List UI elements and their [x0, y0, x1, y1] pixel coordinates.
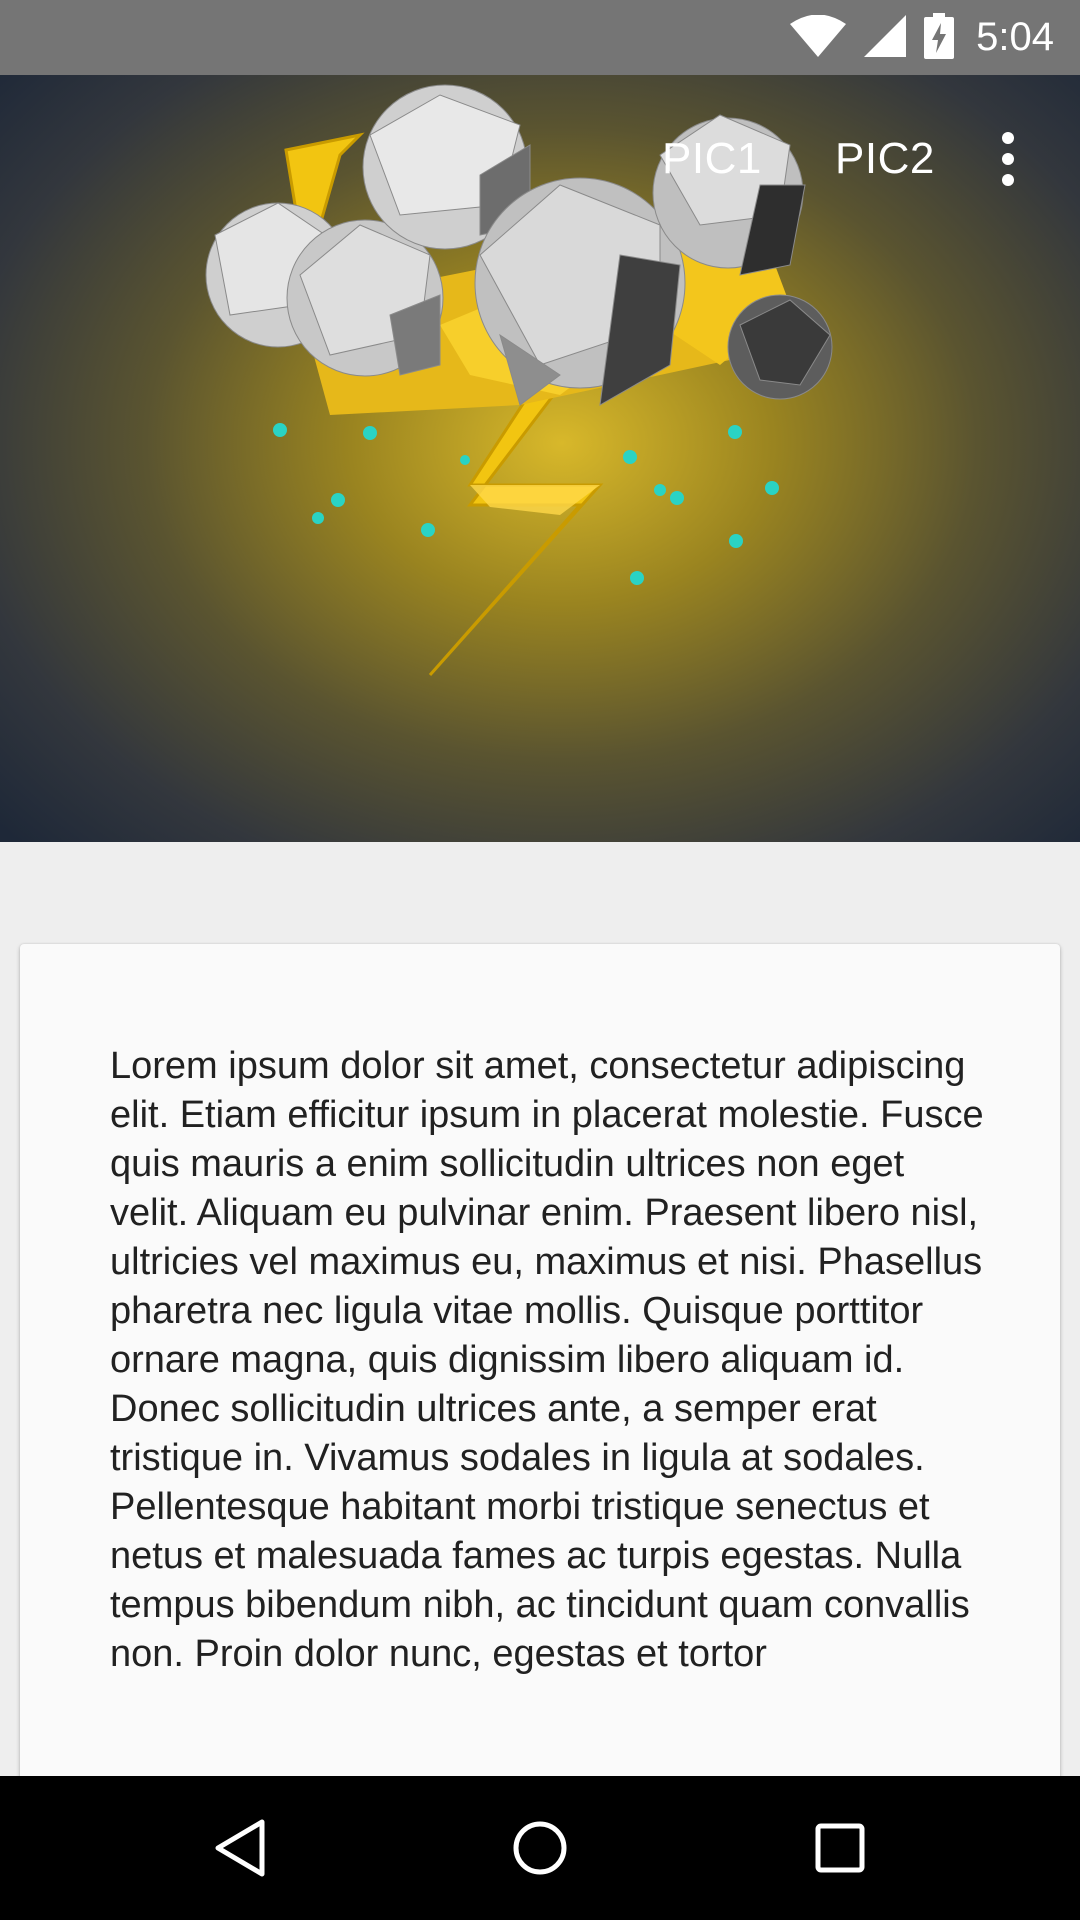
status-icons: 5:04	[790, 0, 1054, 75]
status-time: 5:04	[976, 15, 1054, 59]
wifi-icon	[790, 14, 847, 61]
recents-icon[interactable]	[760, 1776, 920, 1920]
pic1-button[interactable]: PIC1	[662, 75, 762, 243]
pic2-button[interactable]: PIC2	[835, 75, 935, 243]
card-body-text: Lorem ipsum dolor sit amet, consectetur …	[110, 1045, 984, 1675]
content-card: Lorem ipsum dolor sit amet, consectetur …	[20, 944, 1060, 1920]
status-bar: 5:04	[0, 0, 1080, 75]
battery-charging-icon	[924, 12, 955, 63]
toolbar: PIC1 PIC2	[0, 75, 1080, 243]
home-icon[interactable]	[460, 1776, 620, 1920]
navigation-bar	[0, 1776, 1080, 1920]
cell-signal-icon	[864, 14, 907, 61]
app-screen: 5:04 PIC1 PIC2 Lorem ipsum dolor sit ame…	[0, 0, 1080, 1920]
back-icon[interactable]	[160, 1776, 320, 1920]
more-vert-icon[interactable]	[980, 75, 1036, 243]
